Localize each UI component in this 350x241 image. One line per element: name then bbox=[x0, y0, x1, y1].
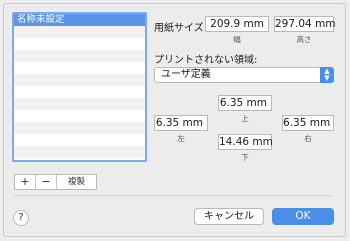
margin-bottom-caption: 下 bbox=[241, 153, 249, 162]
list-item bbox=[14, 110, 145, 122]
non-printable-area-label: プリントされない領域: bbox=[154, 55, 258, 66]
duplicate-preset-button[interactable]: 複製 bbox=[57, 175, 96, 189]
list-item bbox=[14, 122, 145, 134]
cancel-button[interactable]: キャンセル bbox=[194, 208, 264, 225]
paper-width-caption: 幅 bbox=[233, 35, 241, 44]
margin-left-caption: 左 bbox=[177, 134, 185, 143]
list-item[interactable]: 名称未設定 bbox=[14, 14, 145, 26]
margin-left-field[interactable]: 6.35 mm bbox=[154, 115, 208, 131]
chevron-updown-icon: ▲ ▼ bbox=[320, 67, 334, 83]
paper-height-field[interactable]: 297.04 mm bbox=[274, 16, 336, 32]
margin-top-field[interactable]: 6.35 mm bbox=[218, 95, 272, 111]
footer-divider bbox=[13, 195, 333, 196]
list-item bbox=[14, 86, 145, 98]
paper-size-label: 用紙サイズ: bbox=[154, 23, 208, 34]
remove-preset-button[interactable]: − bbox=[36, 175, 57, 189]
margin-bottom-field[interactable]: 14.46 mm bbox=[218, 134, 273, 150]
add-preset-button[interactable]: + bbox=[15, 175, 36, 189]
list-item bbox=[14, 134, 145, 146]
paper-size-list[interactable]: 名称未設定 bbox=[13, 13, 146, 161]
ok-button[interactable]: OK bbox=[272, 208, 334, 225]
selected-option: ユーザ定義 bbox=[161, 69, 211, 80]
list-item bbox=[14, 50, 145, 62]
list-item bbox=[14, 74, 145, 86]
margin-right-caption: 右 bbox=[304, 134, 312, 143]
paper-width-field[interactable]: 209.9 mm bbox=[205, 16, 269, 32]
non-printable-area-select[interactable]: ユーザ定義 ▲ ▼ bbox=[154, 67, 334, 83]
list-item bbox=[14, 146, 145, 158]
list-item bbox=[14, 98, 145, 110]
list-button-bar: + − 複製 bbox=[14, 174, 97, 190]
margin-top-caption: 上 bbox=[241, 114, 249, 123]
paper-height-caption: 高さ bbox=[296, 35, 312, 44]
margin-right-field[interactable]: 6.35 mm bbox=[282, 115, 334, 131]
list-item bbox=[14, 26, 145, 38]
list-item bbox=[14, 62, 145, 74]
help-button[interactable]: ? bbox=[13, 210, 29, 226]
list-item bbox=[14, 38, 145, 50]
